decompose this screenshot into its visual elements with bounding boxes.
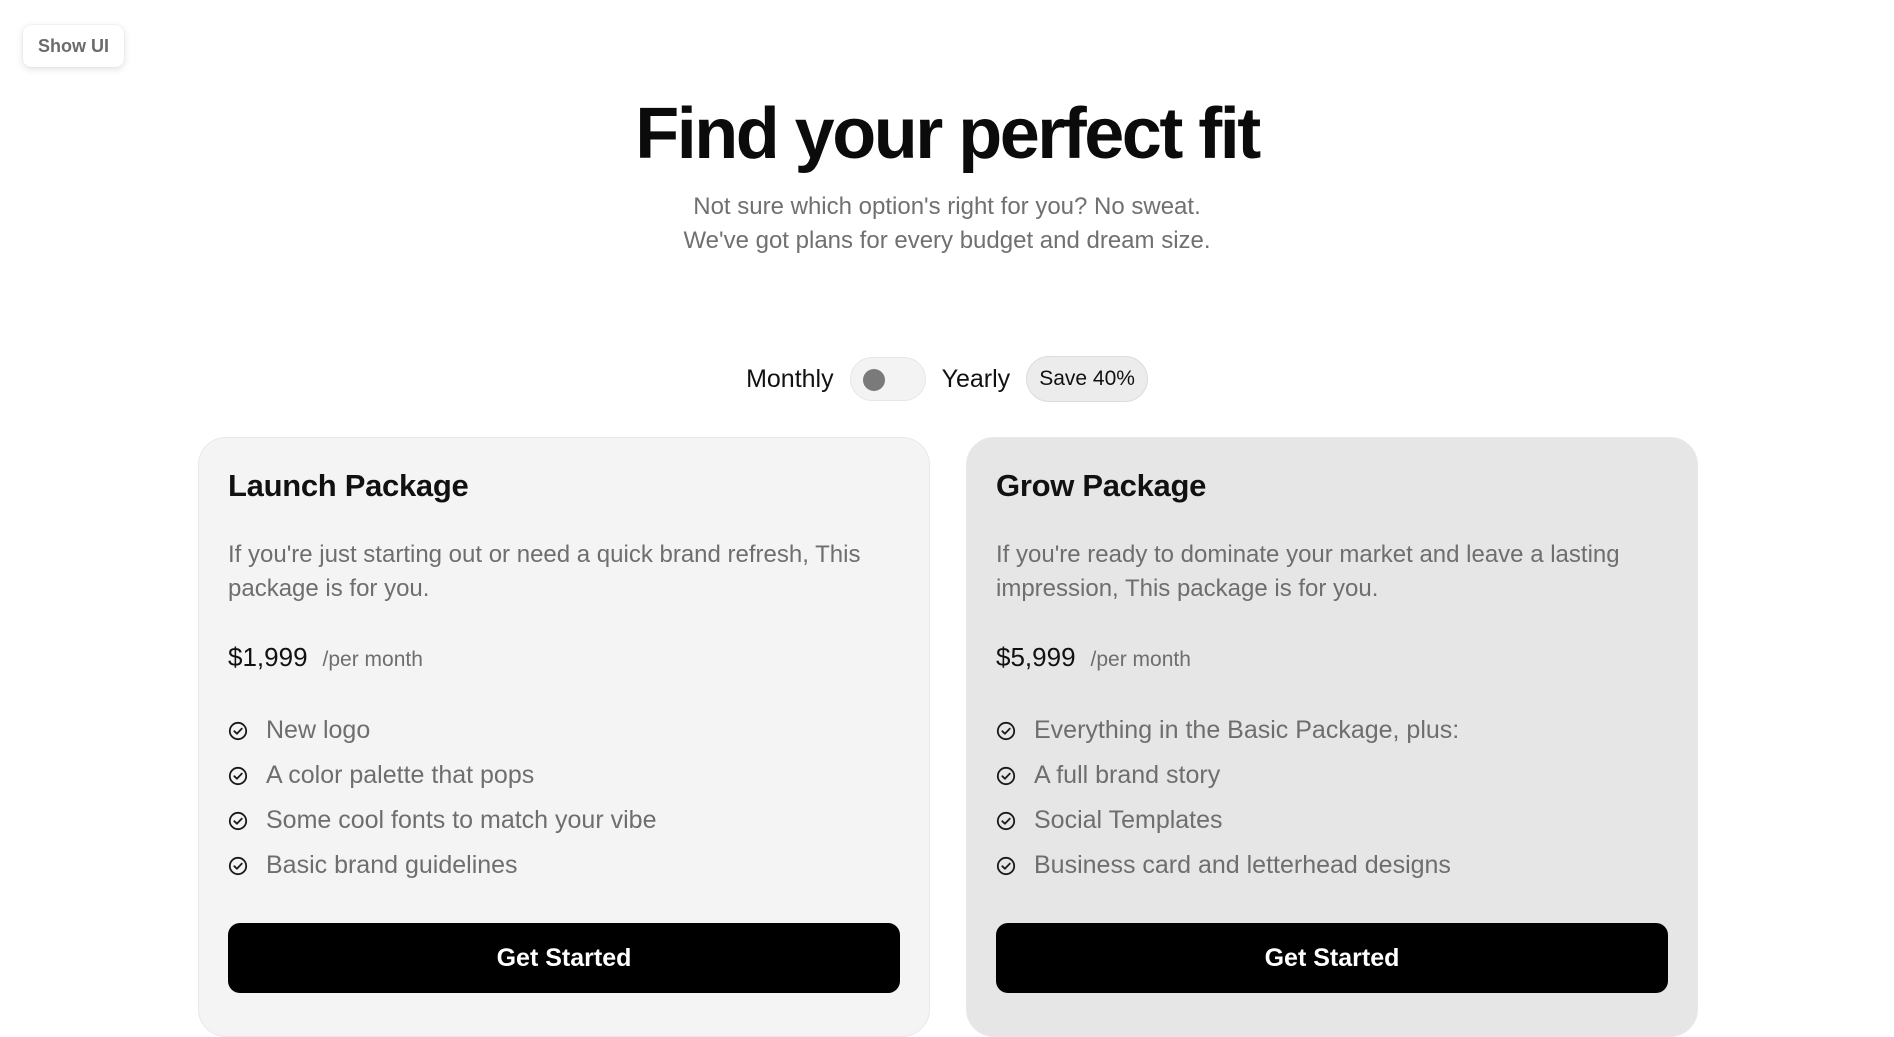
check-circle-icon bbox=[996, 856, 1016, 875]
page-title: Find your perfect fit bbox=[635, 94, 1261, 174]
billing-period-switch: Monthly Yearly Save 40% bbox=[0, 356, 1894, 402]
plan-price-row: $1,999 /per month bbox=[228, 642, 423, 673]
plan-description: If you're just starting out or need a qu… bbox=[228, 541, 861, 602]
plan-price-row: $5,999 /per month bbox=[996, 642, 1191, 673]
show-ui-button[interactable]: Show UI bbox=[23, 25, 124, 67]
feature-item: Everything in the Basic Package, plus: bbox=[996, 708, 1459, 753]
plan-title: Launch Package bbox=[228, 468, 469, 503]
check-circle-icon bbox=[228, 811, 248, 830]
billing-toggle[interactable] bbox=[849, 357, 926, 401]
feature-text: A color palette that pops bbox=[266, 761, 535, 789]
subtitle-line-1: Not sure which option's right for you? N… bbox=[693, 193, 1201, 220]
plan-price: $1,999 bbox=[228, 642, 308, 672]
plan-period: /per month bbox=[1090, 648, 1191, 671]
save-badge: Save 40% bbox=[1026, 356, 1148, 402]
check-circle-icon bbox=[228, 721, 248, 740]
hero-section: Find your perfect fit Not sure which opt… bbox=[0, 88, 1894, 258]
plan-feature-list: New logo A color palette that pops Some … bbox=[228, 708, 656, 888]
feature-text: A full brand story bbox=[1034, 761, 1221, 789]
check-circle-icon bbox=[996, 811, 1016, 830]
feature-item: Basic brand guidelines bbox=[228, 843, 656, 888]
feature-text: New logo bbox=[266, 716, 371, 744]
plan-card-launch: Launch Package If you're just starting o… bbox=[198, 437, 930, 1037]
check-circle-icon bbox=[996, 721, 1016, 740]
feature-item: A color palette that pops bbox=[228, 753, 656, 798]
feature-item: Business card and letterhead designs bbox=[996, 843, 1459, 888]
feature-text: Basic brand guidelines bbox=[266, 851, 518, 879]
feature-item: New logo bbox=[228, 708, 656, 753]
toggle-knob bbox=[862, 369, 885, 391]
yearly-label[interactable]: Yearly bbox=[942, 365, 1011, 394]
plan-feature-list: Everything in the Basic Package, plus: A… bbox=[996, 708, 1459, 888]
check-circle-icon bbox=[228, 856, 248, 875]
plan-period: /per month bbox=[322, 648, 423, 671]
feature-text: Social Templates bbox=[1034, 806, 1223, 834]
check-circle-icon bbox=[996, 766, 1016, 785]
plan-title: Grow Package bbox=[996, 468, 1207, 503]
plan-price: $5,999 bbox=[996, 642, 1076, 672]
feature-text: Business card and letterhead designs bbox=[1034, 851, 1451, 879]
subtitle-line-2: We've got plans for every budget and dre… bbox=[683, 227, 1211, 254]
plan-description: If you're ready to dominate your market … bbox=[996, 541, 1620, 602]
feature-text: Some cool fonts to match your vibe bbox=[266, 806, 657, 834]
feature-item: Social Templates bbox=[996, 798, 1459, 843]
page-subtitle: Not sure which option's right for you? N… bbox=[0, 190, 1894, 258]
plan-card-grow: Grow Package If you're ready to dominate… bbox=[966, 437, 1698, 1037]
check-circle-icon bbox=[228, 766, 248, 785]
get-started-button[interactable]: Get Started bbox=[996, 923, 1668, 993]
get-started-button[interactable]: Get Started bbox=[228, 923, 900, 993]
feature-item: A full brand story bbox=[996, 753, 1459, 798]
feature-text: Everything in the Basic Package, plus: bbox=[1034, 716, 1460, 744]
monthly-label[interactable]: Monthly bbox=[746, 365, 834, 394]
feature-item: Some cool fonts to match your vibe bbox=[228, 798, 656, 843]
